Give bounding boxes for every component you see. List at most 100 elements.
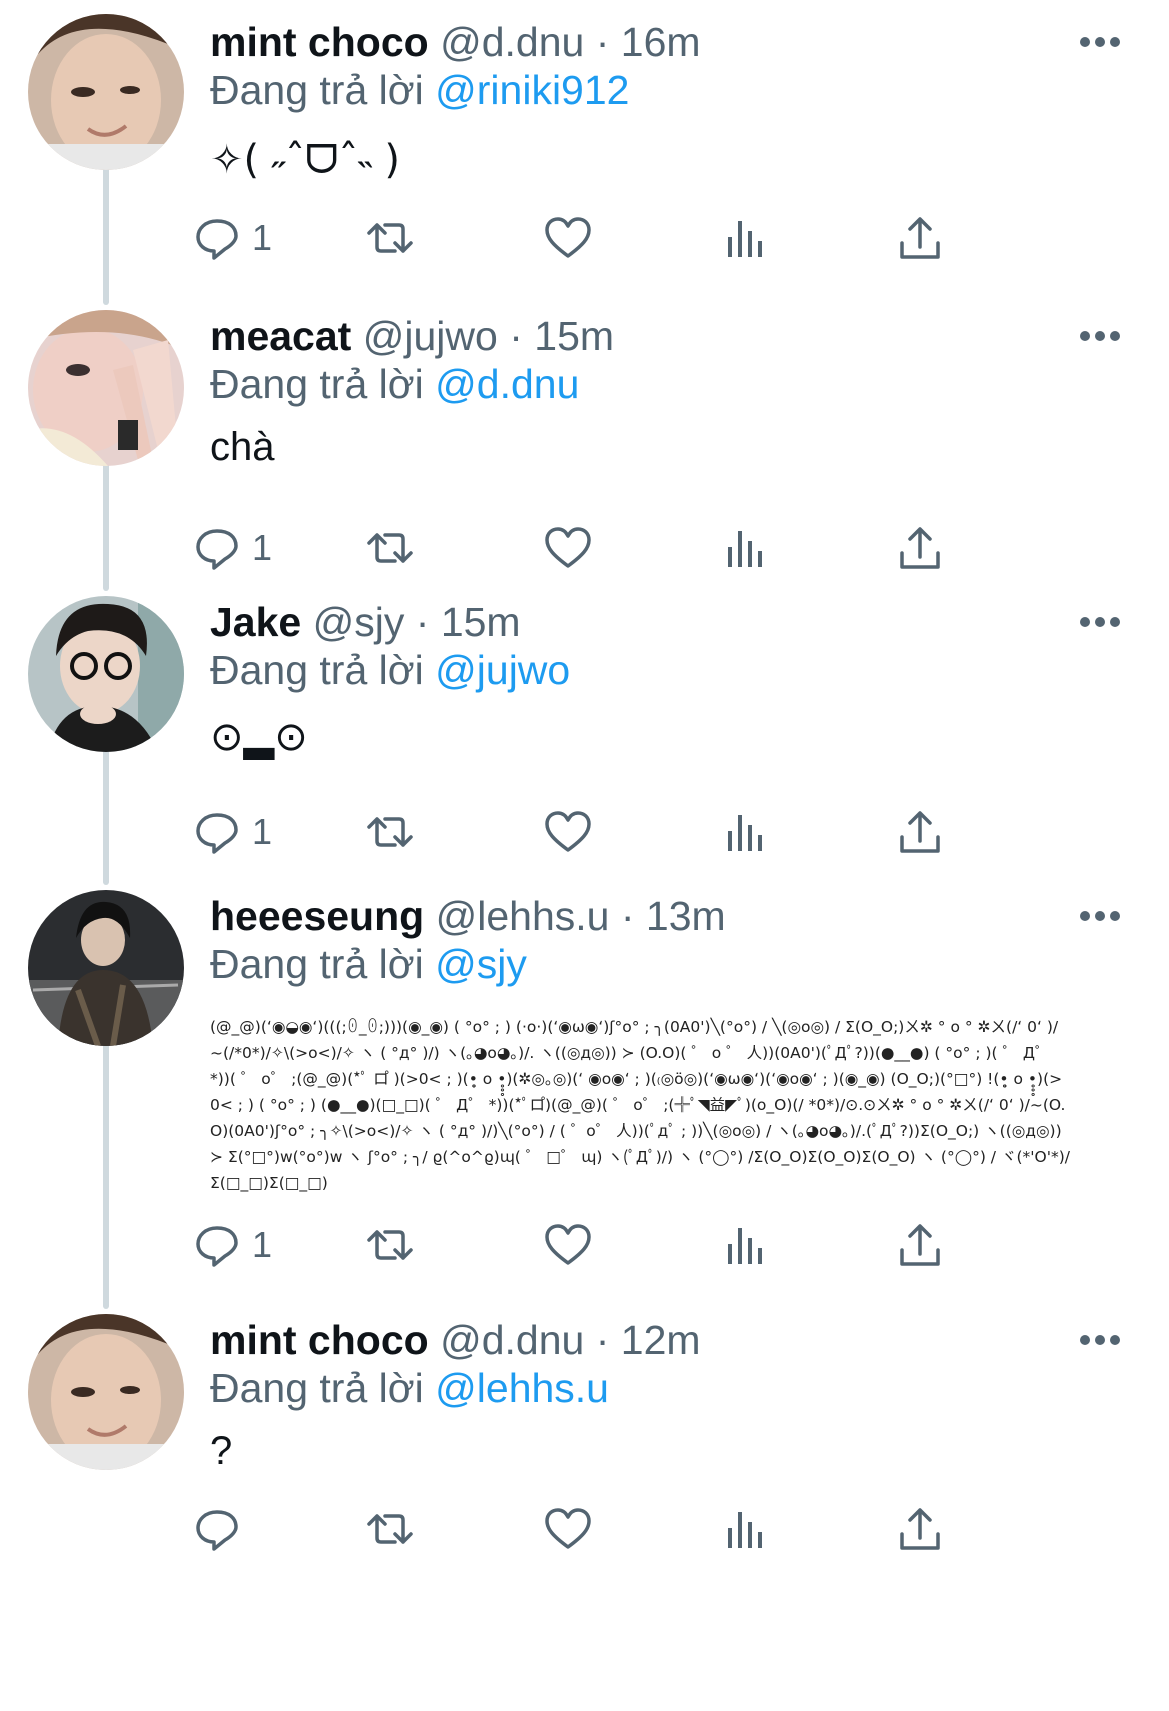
mention-link[interactable]: @d.dnu [435, 361, 579, 407]
action-bar [196, 1499, 1060, 1559]
display-name[interactable]: mint choco [210, 1317, 429, 1363]
more-options-icon[interactable] [1080, 908, 1124, 924]
more-options-icon[interactable] [1080, 614, 1124, 630]
reply-prefix: Đang trả lời [210, 647, 424, 693]
heart-icon [545, 217, 591, 258]
retweet-button[interactable] [365, 1499, 415, 1559]
more-options-icon[interactable] [1080, 34, 1124, 50]
reply-prefix: Đang trả lời [210, 941, 424, 987]
tweet-text: ⊙▂⊙ [210, 714, 308, 760]
retweet-icon [367, 1230, 413, 1260]
reply-icon [196, 813, 238, 854]
like-button[interactable] [543, 518, 593, 578]
replying-to: Đang trả lời @lehhs.u [210, 1362, 609, 1414]
reply-button[interactable]: 1 [192, 208, 272, 268]
like-button[interactable] [543, 802, 593, 862]
reply-prefix: Đang trả lời [210, 67, 424, 113]
reply-icon [196, 219, 238, 260]
timestamp[interactable]: 13m [646, 893, 726, 939]
mention-link[interactable]: @sjy [435, 941, 527, 987]
separator-dot: · [620, 893, 635, 939]
action-bar: 1 [196, 518, 1060, 578]
reply-button[interactable]: 1 [192, 518, 272, 578]
mention-link[interactable]: @lehhs.u [435, 1365, 609, 1411]
views-button[interactable] [720, 208, 770, 268]
views-button[interactable] [720, 1215, 770, 1275]
reply-count: 1 [252, 1224, 273, 1265]
avatar[interactable] [28, 596, 184, 752]
share-button[interactable] [895, 208, 945, 268]
analytics-icon [728, 221, 762, 257]
action-bar: 1 [196, 802, 1060, 862]
like-button[interactable] [543, 208, 593, 268]
retweet-button[interactable] [365, 802, 415, 862]
timestamp[interactable]: 15m [534, 313, 614, 359]
share-button[interactable] [895, 1499, 945, 1559]
replying-to: Đang trả lời @jujwo [210, 644, 570, 696]
share-icon [900, 217, 940, 259]
retweet-icon [367, 223, 413, 253]
retweet-button[interactable] [365, 518, 415, 578]
share-button[interactable] [895, 518, 945, 578]
user-handle[interactable]: @d.dnu [440, 19, 584, 65]
display-name[interactable]: heeeseung [210, 893, 424, 939]
share-icon [900, 527, 940, 569]
reply-icon [196, 1510, 238, 1551]
reply-button[interactable] [192, 1499, 252, 1559]
action-bar: 1 [196, 1215, 1060, 1275]
timestamp[interactable]: 16m [621, 19, 701, 65]
tweet-header: Jake @sjy · 15m [210, 596, 521, 648]
thread-line [103, 165, 109, 305]
reply-prefix: Đang trả lời [210, 1365, 424, 1411]
reply-count: 1 [252, 217, 273, 258]
retweet-button[interactable] [365, 1215, 415, 1275]
timestamp[interactable]: 12m [621, 1317, 701, 1363]
user-handle[interactable]: @sjy [313, 599, 405, 645]
share-icon [900, 1508, 940, 1550]
like-button[interactable] [543, 1215, 593, 1275]
avatar[interactable] [28, 1314, 184, 1470]
more-options-icon[interactable] [1080, 328, 1124, 344]
reply-button[interactable]: 1 [192, 802, 272, 862]
user-handle[interactable]: @d.dnu [440, 1317, 584, 1363]
share-icon [900, 811, 940, 853]
separator-dot: · [415, 599, 430, 645]
timestamp[interactable]: 15m [441, 599, 521, 645]
avatar[interactable] [28, 890, 184, 1046]
views-button[interactable] [720, 1499, 770, 1559]
mention-link[interactable]: @jujwo [435, 647, 570, 693]
avatar[interactable] [28, 310, 184, 466]
reply-count: 1 [252, 527, 273, 568]
share-button[interactable] [895, 802, 945, 862]
separator-dot: · [509, 313, 523, 359]
user-handle[interactable]: @jujwo [363, 313, 498, 359]
display-name[interactable]: meacat [210, 313, 351, 359]
mention-link[interactable]: @riniki912 [435, 67, 629, 113]
reply-icon [196, 529, 238, 570]
user-handle[interactable]: @lehhs.u [436, 893, 610, 939]
tweet-header: heeeseung @lehhs.u · 13m [210, 890, 726, 942]
retweet-button[interactable] [365, 208, 415, 268]
share-button[interactable] [895, 1215, 945, 1275]
views-button[interactable] [720, 802, 770, 862]
thread-line [103, 1037, 109, 1309]
replying-to: Đang trả lời @d.dnu [210, 358, 579, 410]
heart-icon [545, 1224, 591, 1265]
separator-dot: · [595, 1317, 610, 1363]
views-button[interactable] [720, 518, 770, 578]
display-name[interactable]: Jake [210, 599, 301, 645]
retweet-icon [367, 533, 413, 563]
like-button[interactable] [543, 1499, 593, 1559]
tweet-header: meacat @jujwo · 15m [210, 310, 614, 362]
tweet-text: ? [210, 1429, 233, 1473]
replying-to: Đang trả lời @sjy [210, 938, 527, 990]
tweet-header: mint choco @d.dnu · 12m [210, 1314, 701, 1366]
reply-icon [196, 1226, 238, 1267]
avatar[interactable] [28, 14, 184, 170]
tweet-text: (@_@)(ʻ◉◒◉ʻ)(((;ꏿ_ꏿ;)))(◉_◉) ( °o° ; ) (… [210, 1018, 1070, 1192]
more-options-icon[interactable] [1080, 1332, 1124, 1348]
action-bar: 1 [196, 208, 1060, 268]
display-name[interactable]: mint choco [210, 19, 429, 65]
reply-button[interactable]: 1 [192, 1215, 272, 1275]
analytics-icon [728, 1512, 762, 1548]
